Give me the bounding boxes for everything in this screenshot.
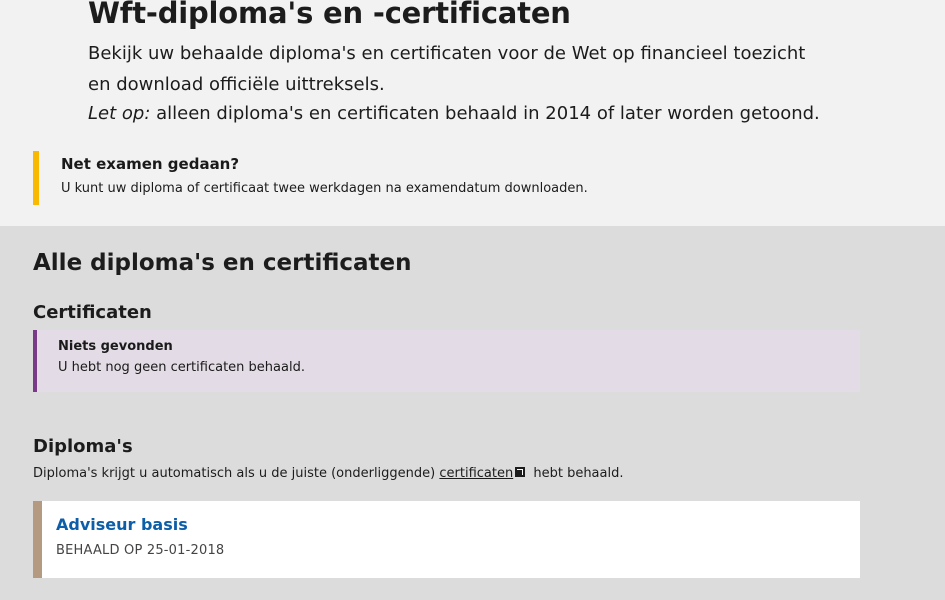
note-text: alleen diploma's en certificaten behaald… xyxy=(150,103,820,124)
diploma-date: BEHAALD OP 25-01-2018 xyxy=(56,543,225,558)
diploma-name-link[interactable]: Adviseur basis xyxy=(56,515,860,534)
certificates-link[interactable]: certificaten xyxy=(439,466,513,481)
diplomas-info-before: Diploma's krijgt u automatisch als u de … xyxy=(33,466,440,481)
page-title: Wft-diploma's en -certificaten xyxy=(88,0,571,30)
intro-lead: Bekijk uw behaalde diploma's en certific… xyxy=(88,43,806,95)
diplomas-info: Diploma's krijgt u automatisch als u de … xyxy=(33,466,624,481)
empty-alert-title: Niets gevonden xyxy=(58,339,173,354)
exam-alert-title: Net examen gedaan? xyxy=(61,155,240,173)
external-link-icon xyxy=(515,467,526,477)
exam-alert: Net examen gedaan? U kunt uw diploma of … xyxy=(33,151,588,205)
section-title: Alle diploma's en certificaten xyxy=(33,250,412,276)
certificates-empty-alert: Niets gevonden U hebt nog geen certifica… xyxy=(33,330,860,392)
empty-alert-text: U hebt nog geen certificaten behaald. xyxy=(58,360,305,375)
main-section: Alle diploma's en certificaten Certifica… xyxy=(0,226,945,600)
diplomas-title: Diploma's xyxy=(33,436,133,457)
exam-alert-text: U kunt uw diploma of certificaat twee we… xyxy=(61,181,588,196)
diplomas-info-after: hebt behaald. xyxy=(529,466,624,481)
note-prefix: Let op: xyxy=(88,103,151,124)
intro-section: Wft-diploma's en -certificaten Bekijk uw… xyxy=(0,0,945,226)
certificates-title: Certificaten xyxy=(33,302,152,323)
diploma-card[interactable]: Adviseur basis BEHAALD OP 25-01-2018 xyxy=(33,501,860,578)
intro-note: Let op: alleen diploma's en certificaten… xyxy=(88,100,820,128)
